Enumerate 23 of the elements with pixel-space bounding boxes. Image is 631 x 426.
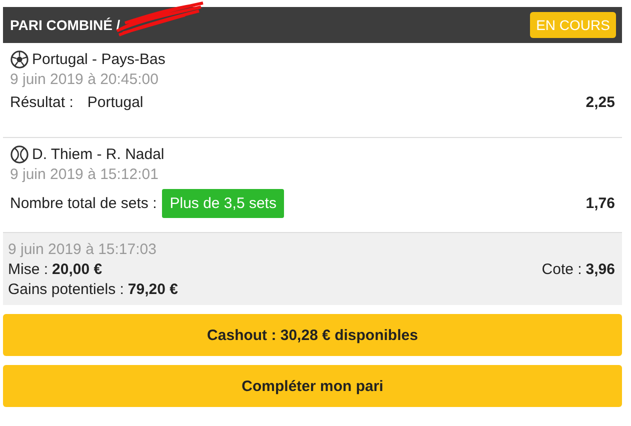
match-date: 9 juin 2019 à 20:45:00	[10, 71, 160, 88]
complete-bet-button[interactable]: Compléter mon pari	[3, 365, 622, 407]
selection-badge: Plus de 3,5 sets	[162, 189, 284, 218]
gains-value: 79,20 €	[128, 281, 178, 298]
market-label: Nombre total de sets :	[10, 195, 157, 212]
match-name: Portugal - Pays-Bas	[32, 51, 166, 68]
odds-value: 2,25	[586, 94, 615, 111]
match-name: D. Thiem - R. Nadal	[32, 146, 164, 163]
tennis-ball-icon	[10, 145, 29, 164]
market-label: Résultat :	[10, 94, 74, 111]
odds-label: Cote :	[542, 261, 582, 278]
odds-value: 1,76	[586, 195, 615, 212]
bet-date: 9 juin 2019 à 15:17:03	[8, 241, 158, 258]
bet-title: PARI COMBINÉ /	[10, 17, 120, 33]
match-date: 9 juin 2019 à 15:12:01	[10, 166, 160, 183]
stake-label: Mise :	[8, 261, 48, 278]
soccer-ball-icon	[10, 50, 29, 69]
gains-label: Gains potentiels :	[8, 281, 124, 298]
total-odds-value: 3,96	[586, 261, 615, 278]
selection-text: Portugal	[87, 94, 144, 111]
cashout-button[interactable]: Cashout : 30,28 € disponibles	[3, 314, 622, 356]
stake-value: 20,00 €	[52, 261, 102, 278]
status-badge: EN COURS	[530, 12, 616, 38]
